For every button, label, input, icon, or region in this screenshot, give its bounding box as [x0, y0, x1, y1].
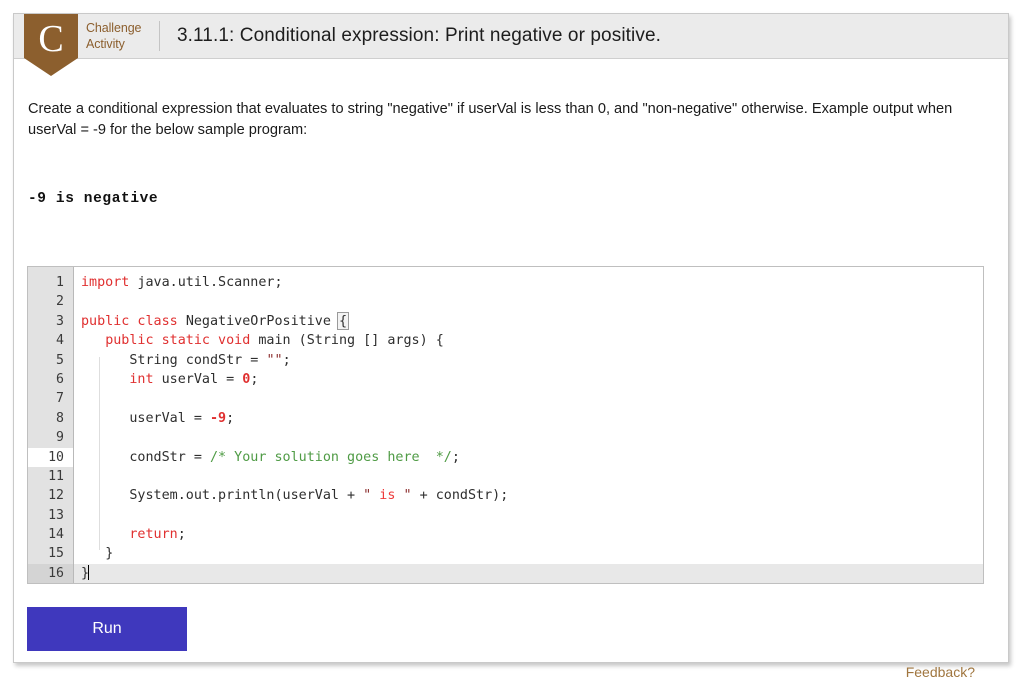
line-number: 7 [56, 391, 64, 407]
code-line: 13 [28, 506, 983, 525]
line-number: 1 [56, 275, 64, 290]
line-number: 10 [28, 447, 73, 467]
activity-header: C Challenge Activity 3.11.1: Conditional… [14, 14, 1008, 76]
code-line: 1 import java.util.Scanner; [28, 273, 983, 292]
code-line: 8 userVal = -9; [28, 409, 983, 428]
challenge-activity-card: C Challenge Activity 3.11.1: Conditional… [13, 13, 1009, 680]
line-number: 11 [48, 468, 64, 484]
line-content: return; [129, 527, 186, 543]
line-number: 2 [56, 294, 64, 310]
line-content: System.out.println(userVal + " is " + co… [129, 488, 509, 504]
line-number: 16 [28, 563, 73, 583]
page-title: 3.11.1: Conditional expression: Print ne… [177, 25, 661, 46]
line-number: 9 [56, 430, 64, 446]
line-number: 14 [48, 527, 64, 543]
line-number: 12 [48, 488, 64, 504]
code-line: 3 public class NegativeOrPositive { [28, 311, 983, 331]
header-divider [159, 21, 160, 51]
code-line: 15 } [28, 544, 983, 563]
code-line: 7 [28, 389, 983, 408]
editor-code-area[interactable]: 1 import java.util.Scanner; 2 3 public c… [28, 267, 983, 583]
code-line: 5 String condStr = ""; [28, 351, 983, 370]
line-content: public class NegativeOrPositive { [81, 311, 350, 330]
line-number: 15 [48, 546, 64, 562]
line-content: userVal = -9; [129, 410, 235, 426]
code-line: 4 public static void main (String [] arg… [28, 331, 983, 350]
line-content: } [81, 564, 90, 581]
line-number: 8 [56, 410, 64, 426]
line-content: } [105, 546, 114, 562]
challenge-badge-icon: C [24, 14, 78, 76]
code-line: 14 return; [28, 525, 983, 544]
badge-letter-c: C [38, 18, 63, 60]
sample-output-text: -9 is negative [28, 191, 159, 207]
code-editor[interactable]: 1 import java.util.Scanner; 2 3 public c… [27, 266, 984, 584]
badge-label-line1: Challenge [86, 21, 142, 35]
line-number: 3 [56, 313, 64, 329]
line-number: 13 [48, 507, 64, 523]
badge-label-line2: Activity [86, 37, 125, 51]
code-line-caret: 16 } [28, 563, 983, 583]
code-line-active: 10 condStr = /* Your solution goes here … [28, 447, 983, 467]
line-content: import java.util.Scanner; [81, 275, 283, 290]
code-line: 11 [28, 467, 983, 486]
problem-statement: Create a conditional expression that eva… [28, 101, 953, 138]
code-line: 6 int userVal = 0; [28, 370, 983, 389]
line-content: int userVal = 0; [129, 371, 259, 387]
line-content: public static void main (String [] args)… [105, 333, 444, 349]
badge-label: Challenge Activity [86, 20, 152, 52]
line-number: 6 [56, 371, 64, 387]
code-line: 9 [28, 428, 983, 447]
text-caret [88, 564, 90, 580]
line-number: 4 [56, 333, 64, 349]
line-content: String condStr = ""; [129, 352, 291, 368]
code-line: 12 System.out.println(userVal + " is " +… [28, 486, 983, 505]
line-number: 5 [56, 352, 64, 368]
run-button[interactable]: Run [27, 607, 187, 651]
line-content: condStr = /* Your solution goes here */; [129, 449, 460, 465]
code-line: 2 [28, 292, 983, 311]
